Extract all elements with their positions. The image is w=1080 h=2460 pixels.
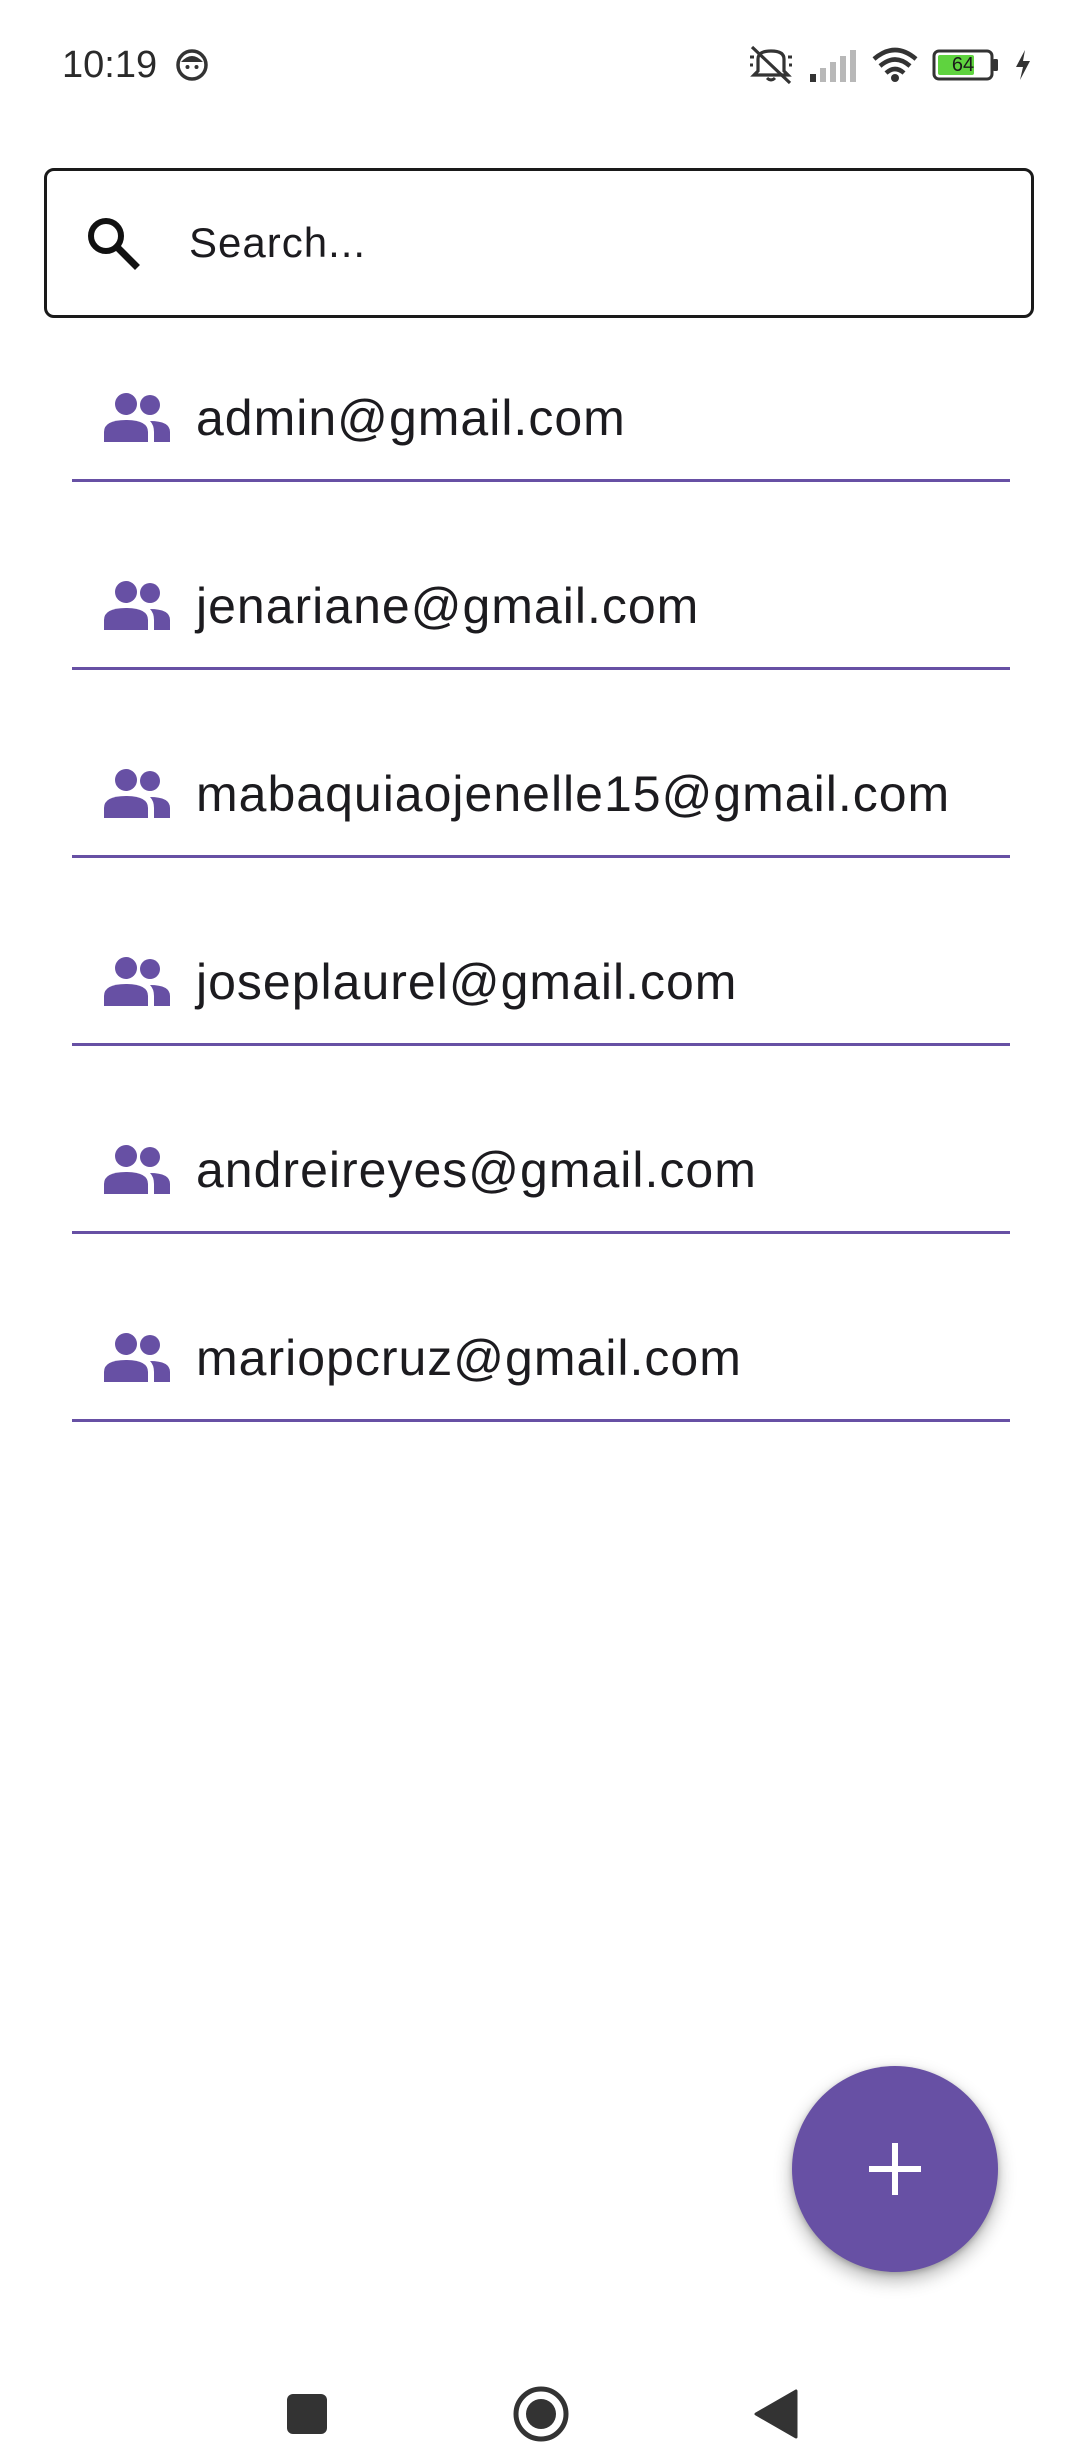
list-item[interactable]: andreireyes@gmail.com — [72, 1046, 1010, 1234]
search-bar[interactable] — [44, 168, 1034, 318]
recents-icon — [287, 2394, 327, 2434]
mute-icon — [750, 45, 792, 85]
group-icon — [104, 393, 170, 442]
group-icon — [104, 769, 170, 818]
battery-icon: 64 — [932, 49, 1000, 81]
recents-button[interactable] — [277, 2384, 337, 2444]
back-icon — [754, 2389, 798, 2439]
group-icon — [104, 1333, 170, 1382]
list-item[interactable]: joseplaurel@gmail.com — [72, 858, 1010, 1046]
search-input[interactable] — [189, 171, 989, 315]
search-icon — [88, 218, 140, 270]
home-icon — [513, 2386, 569, 2442]
user-email: jenariane@gmail.com — [196, 578, 700, 634]
plus-icon — [869, 2143, 921, 2195]
group-icon — [104, 957, 170, 1006]
list-item[interactable]: mabaquiaojenelle15@gmail.com — [72, 670, 1010, 858]
screen: 10:19 64 Search... admin@gmail.com jenar… — [0, 0, 1080, 2460]
user-email: mabaquiaojenelle15@gmail.com — [196, 766, 951, 822]
list-item[interactable]: admin@gmail.com — [72, 330, 1010, 482]
wifi-icon — [872, 47, 918, 82]
status-icons: 64 — [748, 40, 1032, 90]
user-email: mariopcruz@gmail.com — [196, 1330, 742, 1386]
home-button[interactable] — [511, 2384, 571, 2444]
group-icon — [104, 581, 170, 630]
status-bar: 10:19 64 — [0, 0, 1080, 130]
list-item[interactable]: jenariane@gmail.com — [72, 482, 1010, 670]
signal-icon — [810, 50, 856, 82]
list-item[interactable]: mariopcruz@gmail.com — [72, 1234, 1010, 1422]
user-email: joseplaurel@gmail.com — [196, 954, 738, 1010]
user-list: admin@gmail.com jenariane@gmail.com maba… — [72, 330, 1010, 1422]
group-icon — [104, 1145, 170, 1194]
status-time: 10:19 — [62, 44, 158, 86]
charging-icon — [1016, 50, 1030, 80]
user-email: admin@gmail.com — [196, 390, 626, 446]
face-notification-icon — [176, 49, 208, 81]
system-nav-bar — [0, 2350, 1080, 2460]
user-email: andreireyes@gmail.com — [196, 1142, 757, 1198]
back-button[interactable] — [746, 2384, 806, 2444]
add-user-button[interactable] — [792, 2066, 998, 2272]
battery-level: 64 — [951, 54, 975, 76]
